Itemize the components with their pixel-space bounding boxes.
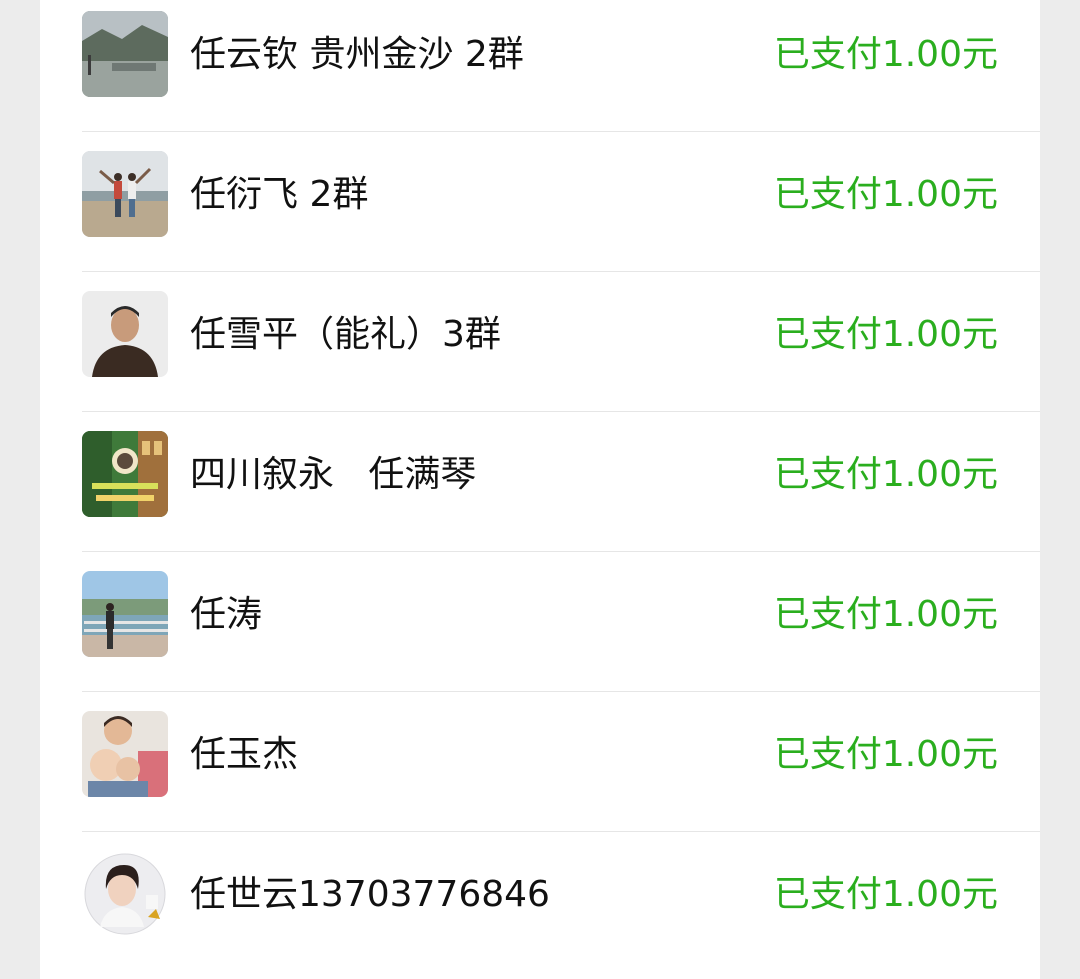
payment-status: 已支付1.00元 [773, 314, 998, 355]
payer-name: 任世云13703776846 [190, 874, 550, 915]
payment-status: 已支付1.00元 [773, 594, 998, 635]
portrait-photo-avatar [82, 291, 168, 377]
payment-list: 任云钦 贵州金沙 2群 已支付1.00元 任衍飞 2群 已支付1.00元 任雪平… [40, 0, 1040, 979]
payment-row[interactable]: 任雪平（能礼）3群 已支付1.00元 [40, 272, 1040, 412]
payer-name: 四川叙永 任满琴 [190, 454, 477, 495]
family-photo-avatar [82, 711, 168, 797]
payer-name: 任衍飞 2群 [190, 174, 369, 215]
payment-status: 已支付1.00元 [773, 454, 998, 495]
payment-status: 已支付1.00元 [773, 874, 998, 915]
payment-status: 已支付1.00元 [773, 734, 998, 775]
riverside-photo-avatar [82, 571, 168, 657]
payment-row[interactable]: 四川叙永 任满琴 已支付1.00元 [40, 412, 1040, 552]
round-portrait-avatar [82, 851, 168, 937]
payment-status: 已支付1.00元 [773, 174, 998, 215]
payment-status: 已支付1.00元 [773, 34, 998, 75]
beach-couple-photo-avatar [82, 151, 168, 237]
payment-row[interactable]: 任玉杰 已支付1.00元 [40, 692, 1040, 832]
garden-collage-avatar [82, 431, 168, 517]
landscape-photo-avatar [82, 11, 168, 97]
payer-name: 任云钦 贵州金沙 2群 [190, 34, 524, 75]
payment-row[interactable]: 任衍飞 2群 已支付1.00元 [40, 132, 1040, 272]
payment-row[interactable]: 任世云13703776846 已支付1.00元 [40, 832, 1040, 972]
payment-row[interactable]: 任涛 已支付1.00元 [40, 552, 1040, 692]
payer-name: 任涛 [190, 594, 263, 635]
payer-name: 任雪平（能礼）3群 [190, 314, 501, 355]
payment-row[interactable]: 任云钦 贵州金沙 2群 已支付1.00元 [40, 0, 1040, 132]
payer-name: 任玉杰 [190, 734, 299, 775]
